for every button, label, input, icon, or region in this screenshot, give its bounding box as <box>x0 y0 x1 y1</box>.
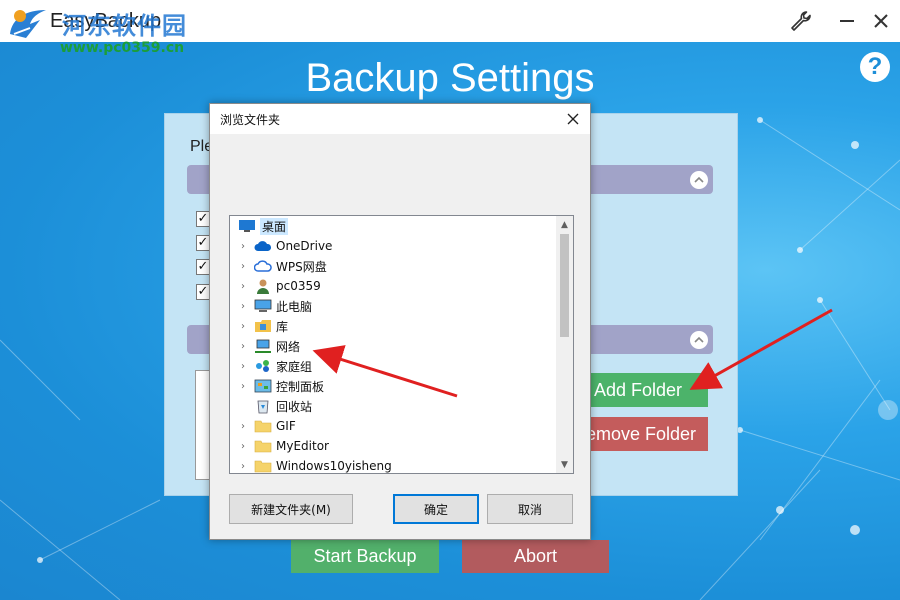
expand-chevron-icon[interactable]: › <box>236 261 250 272</box>
cancel-button[interactable]: 取消 <box>487 494 573 524</box>
tree-item-label: 库 <box>276 319 289 334</box>
tree-item-label: 控制面板 <box>276 379 325 394</box>
start-backup-button[interactable]: Start Backup <box>291 540 439 573</box>
recycle-bin-icon <box>254 398 272 414</box>
option-checkbox[interactable]: ✓ <box>196 211 210 227</box>
option-checkbox[interactable]: ✓ <box>196 259 210 275</box>
network-icon <box>254 338 272 354</box>
tree-item[interactable]: › 家庭组 <box>230 356 556 376</box>
tree-item-label: GIF <box>276 419 296 433</box>
tree-item-label: 回收站 <box>276 399 313 414</box>
computer-icon <box>254 298 272 314</box>
abort-button[interactable]: Abort <box>462 540 609 573</box>
ok-button[interactable]: 确定 <box>393 494 479 524</box>
minimize-button[interactable] <box>832 6 862 36</box>
tree-item-label: 网络 <box>276 339 301 354</box>
folder-icon <box>254 418 272 434</box>
tree-item-label: 家庭组 <box>276 359 313 374</box>
option-checkbox[interactable]: ✓ <box>196 284 210 300</box>
scroll-thumb[interactable] <box>560 234 569 337</box>
expand-chevron-icon[interactable]: › <box>236 301 250 312</box>
tree-item[interactable]: › Windows10yisheng <box>230 456 556 473</box>
help-button[interactable]: ? <box>860 52 890 82</box>
dialog-close-icon[interactable] <box>562 108 584 130</box>
tree-item[interactable]: › WPS网盘 <box>230 256 556 276</box>
expand-chevron-icon[interactable]: › <box>236 441 250 452</box>
tree-item[interactable]: › GIF <box>230 416 556 436</box>
tree-item[interactable]: › 网络 <box>230 336 556 356</box>
tree-item[interactable]: › 库 <box>230 316 556 336</box>
expand-chevron-icon[interactable]: › <box>236 421 250 432</box>
option-checkbox[interactable]: ✓ <box>196 235 210 251</box>
expand-chevron-icon[interactable]: › <box>236 461 250 472</box>
chevron-up-icon[interactable] <box>690 331 708 349</box>
tree-item[interactable]: › MyEditor <box>230 436 556 456</box>
page-title: Backup Settings <box>305 56 595 100</box>
dialog-title-bar: 浏览文件夹 <box>210 104 590 134</box>
tree-item-label: OneDrive <box>276 239 333 253</box>
tree-item[interactable]: 回收站 <box>230 396 556 416</box>
tree-item[interactable]: › pc0359 <box>230 276 556 296</box>
expand-chevron-icon[interactable]: › <box>236 361 250 372</box>
folder-icon <box>254 438 272 454</box>
close-button[interactable] <box>866 6 896 36</box>
tree-item[interactable]: › 此电脑 <box>230 296 556 316</box>
chevron-up-icon[interactable] <box>690 171 708 189</box>
scroll-up-icon[interactable]: ▲ <box>556 216 573 233</box>
tree-item[interactable]: 桌面 <box>230 216 556 236</box>
desktop-icon <box>238 218 256 234</box>
dialog-title: 浏览文件夹 <box>220 113 281 127</box>
expand-chevron-icon[interactable]: › <box>236 321 250 332</box>
homegroup-icon <box>254 358 272 374</box>
settings-wrench-icon[interactable] <box>786 6 816 36</box>
user-icon <box>254 278 272 294</box>
app-logo-icon <box>10 10 46 38</box>
tree-scrollbar[interactable]: ▲ ▼ <box>556 216 573 473</box>
wps-cloud-icon <box>254 258 272 274</box>
tree-item-label: Windows10yisheng <box>276 459 392 473</box>
folder-tree[interactable]: 桌面 › OneDrive › WPS网盘 › pc0359 › 此电脑 › 库 › 网络 › 家庭组 › 控制… <box>229 215 574 474</box>
control-panel-icon <box>254 378 272 394</box>
tree-item[interactable]: › OneDrive <box>230 236 556 256</box>
expand-chevron-icon[interactable]: › <box>236 341 250 352</box>
scroll-down-icon[interactable]: ▼ <box>556 456 573 473</box>
tree-item-label: pc0359 <box>276 279 321 293</box>
tree-item-label: 桌面 <box>260 217 289 235</box>
tree-item[interactable]: › 控制面板 <box>230 376 556 396</box>
tree-item-label: 此电脑 <box>276 299 313 314</box>
tree-item-label: WPS网盘 <box>276 259 327 274</box>
onedrive-cloud-icon <box>254 238 272 254</box>
watermark-text: 河东软件园 <box>62 12 187 40</box>
folder-icon <box>254 458 272 473</box>
expand-chevron-icon[interactable]: › <box>236 281 250 292</box>
browse-folder-dialog: 浏览文件夹 桌面 › OneDrive › WPS网盘 › pc0359 › 此电脑 › 库 › 网络 ›… <box>209 103 591 540</box>
expand-chevron-icon[interactable]: › <box>236 241 250 252</box>
tree-item-label: MyEditor <box>276 439 329 453</box>
watermark-url: www.pc0359.cn <box>60 40 185 56</box>
new-folder-button[interactable]: 新建文件夹(M) <box>229 494 353 524</box>
library-icon <box>254 318 272 334</box>
title-bar: EasyBackup 河东软件园 <box>0 0 900 42</box>
expand-chevron-icon[interactable]: › <box>236 381 250 392</box>
